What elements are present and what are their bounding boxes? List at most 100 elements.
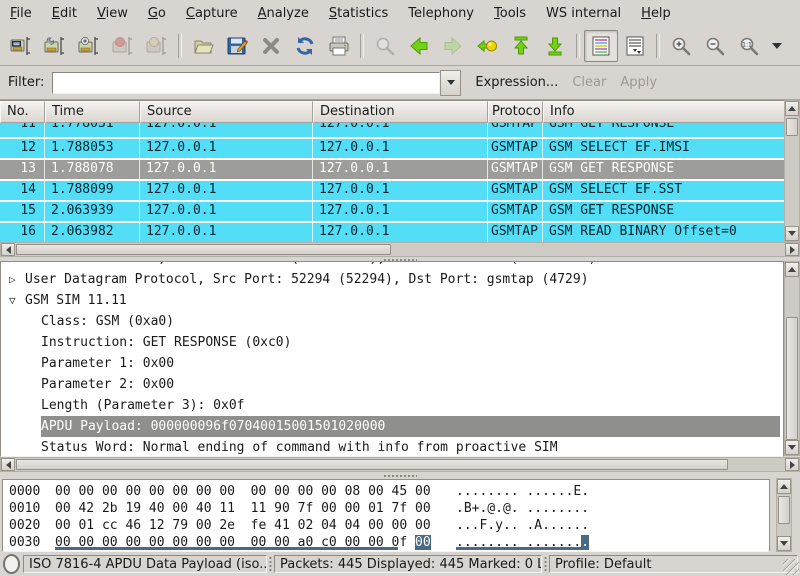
pane-splitter[interactable]	[0, 473, 800, 478]
filter-label: Filter:	[8, 75, 44, 90]
open-file-icon[interactable]	[186, 30, 220, 62]
detail-row-length[interactable]: Length (Parameter 3): 0x0f	[1, 395, 783, 416]
resize-grip[interactable]	[783, 559, 799, 575]
close-file-icon[interactable]	[254, 30, 288, 62]
column-header-time[interactable]: Time	[45, 101, 140, 123]
detail-row-parameter-2[interactable]: Parameter 2: 0x00	[1, 374, 783, 395]
column-header-source[interactable]: Source	[140, 101, 313, 123]
hex-row-0010[interactable]: 0010 00 42 2b 19 40 00 40 11 11 90 7f 00…	[3, 500, 769, 517]
menu-capture[interactable]: Capture	[176, 2, 248, 25]
selected-ascii-char: .	[581, 535, 589, 550]
zoom-in-icon[interactable]	[664, 30, 698, 62]
menu-analyze[interactable]: Analyze	[248, 2, 319, 25]
toolbar-separator	[576, 34, 580, 58]
scroll-thumb[interactable]	[786, 118, 798, 136]
details-vscrollbar[interactable]	[784, 261, 800, 456]
scroll-thumb[interactable]	[16, 244, 391, 255]
table-row-11[interactable]: 11 1.778031 127.0.0.1 127.0.0.1 GSMTAP G…	[0, 123, 784, 137]
status-field-info: ISO 7816-4 APDU Data Payload (iso...	[23, 555, 267, 573]
detail-row-gsm-sim[interactable]: ▽ GSM SIM 11.11	[1, 290, 783, 311]
menu-view[interactable]: View	[87, 2, 138, 25]
expression-button[interactable]: Expression...	[475, 75, 558, 90]
detail-row-apdu-payload-selected[interactable]: APDU Payload: 000000096f0704001500150102…	[1, 416, 783, 437]
table-row-15[interactable]: 15 2.063939 127.0.0.1 127.0.0.1 GSMTAP G…	[0, 200, 784, 221]
detail-row-internet-protocol[interactable]: ▷ Internet Protocol, Src: 127.0.0.1 (127…	[1, 262, 783, 269]
menu-statistics[interactable]: Statistics	[319, 2, 398, 25]
zoom-original-icon[interactable]: 1:1	[732, 30, 766, 62]
table-row-12[interactable]: 12 1.788053 127.0.0.1 127.0.0.1 GSMTAP G…	[0, 137, 784, 158]
details-hscrollbar[interactable]	[0, 457, 800, 472]
toolbar-overflow-icon[interactable]	[772, 43, 782, 49]
packet-list-hscrollbar[interactable]	[0, 242, 800, 257]
status-separator[interactable]	[269, 556, 272, 572]
colorize-icon[interactable]	[584, 30, 618, 62]
list-interfaces-icon[interactable]	[4, 30, 38, 62]
detail-row-status-word[interactable]: Status Word: Normal ending of command wi…	[1, 437, 783, 457]
detail-row-instruction[interactable]: Instruction: GET RESPONSE (0xc0)	[1, 332, 783, 353]
hex-vscrollbar[interactable]	[776, 478, 792, 552]
hex-row-0020[interactable]: 0020 00 01 cc 46 12 79 00 2e fe 41 02 04…	[3, 517, 769, 534]
print-icon[interactable]	[322, 30, 356, 62]
go-forward-icon[interactable]	[436, 30, 470, 62]
scroll-up-button[interactable]	[785, 101, 799, 116]
table-row-13-selected[interactable]: 13 1.788078 127.0.0.1 127.0.0.1 GSMTAP G…	[0, 158, 784, 179]
column-header-no[interactable]: No.	[0, 101, 45, 123]
expander-expanded-icon[interactable]: ▽	[9, 290, 25, 311]
menu-go[interactable]: Go	[138, 2, 176, 25]
save-file-icon[interactable]	[220, 30, 254, 62]
scroll-right-button[interactable]	[785, 458, 799, 471]
scroll-down-button[interactable]	[785, 440, 799, 455]
filter-dropdown-button[interactable]	[440, 70, 461, 96]
scroll-thumb[interactable]	[778, 496, 790, 524]
column-header-destination[interactable]: Destination	[313, 101, 488, 123]
scroll-left-button[interactable]	[1, 243, 15, 256]
detail-row-udp[interactable]: ▷ User Datagram Protocol, Src Port: 5229…	[1, 269, 783, 290]
detail-row-class[interactable]: Class: GSM (0xa0)	[1, 311, 783, 332]
hex-row-0000[interactable]: 0000 00 00 00 00 00 00 00 00 00 00 00 00…	[3, 483, 769, 500]
detail-row-parameter-1[interactable]: Parameter 1: 0x00	[1, 353, 783, 374]
packet-rows: 11 1.778031 127.0.0.1 127.0.0.1 GSMTAP G…	[0, 123, 784, 242]
packet-list-vscrollbar[interactable]	[784, 100, 800, 242]
table-row-14[interactable]: 14 1.788099 127.0.0.1 127.0.0.1 GSMTAP G…	[0, 179, 784, 200]
go-to-bottom-icon[interactable]	[538, 30, 572, 62]
status-separator[interactable]	[544, 556, 547, 572]
auto-scroll-icon[interactable]	[618, 30, 652, 62]
column-header-protocol[interactable]: Protocol	[488, 101, 543, 123]
hex-selection-continuation-bar	[456, 547, 581, 550]
hex-selection-continuation-bar	[55, 547, 398, 550]
menu-tools[interactable]: Tools	[484, 2, 536, 25]
menu-ws-internal[interactable]: WS internal	[536, 2, 631, 25]
menu-file[interactable]: File	[0, 2, 42, 25]
status-profile[interactable]: Profile: Default	[549, 555, 798, 573]
scroll-up-button[interactable]	[785, 262, 799, 277]
expander-collapsed-icon[interactable]: ▷	[9, 269, 25, 290]
expert-info-icon[interactable]	[3, 554, 20, 574]
capture-restart-icon[interactable]	[140, 30, 174, 62]
column-header-info[interactable]: Info	[543, 101, 784, 123]
capture-options-icon[interactable]	[38, 30, 72, 62]
scroll-left-button[interactable]	[1, 458, 15, 471]
scroll-up-button[interactable]	[777, 479, 791, 494]
filter-input[interactable]	[52, 72, 440, 94]
scroll-thumb[interactable]	[16, 459, 728, 470]
capture-start-icon[interactable]	[72, 30, 106, 62]
reload-icon[interactable]	[288, 30, 322, 62]
scroll-down-button[interactable]	[777, 536, 791, 551]
go-to-packet-icon[interactable]	[470, 30, 504, 62]
capture-stop-icon[interactable]	[106, 30, 140, 62]
menu-edit[interactable]: Edit	[42, 2, 87, 25]
zoom-out-icon[interactable]	[698, 30, 732, 62]
go-back-icon[interactable]	[402, 30, 436, 62]
apply-button[interactable]: Apply	[620, 75, 657, 90]
menu-bar: File Edit View Go Capture Analyze Statis…	[0, 0, 800, 28]
expander-icon[interactable]: ▷	[9, 262, 25, 269]
scroll-right-button[interactable]	[785, 243, 799, 256]
menu-telephony[interactable]: Telephony	[398, 2, 484, 25]
find-packet-icon[interactable]	[368, 30, 402, 62]
clear-button[interactable]: Clear	[572, 75, 606, 90]
scroll-thumb[interactable]	[786, 317, 798, 440]
scroll-down-button[interactable]	[785, 226, 799, 241]
table-row-16[interactable]: 16 2.063982 127.0.0.1 127.0.0.1 GSMTAP G…	[0, 221, 784, 242]
go-to-top-icon[interactable]	[504, 30, 538, 62]
menu-help[interactable]: Help	[631, 2, 681, 25]
